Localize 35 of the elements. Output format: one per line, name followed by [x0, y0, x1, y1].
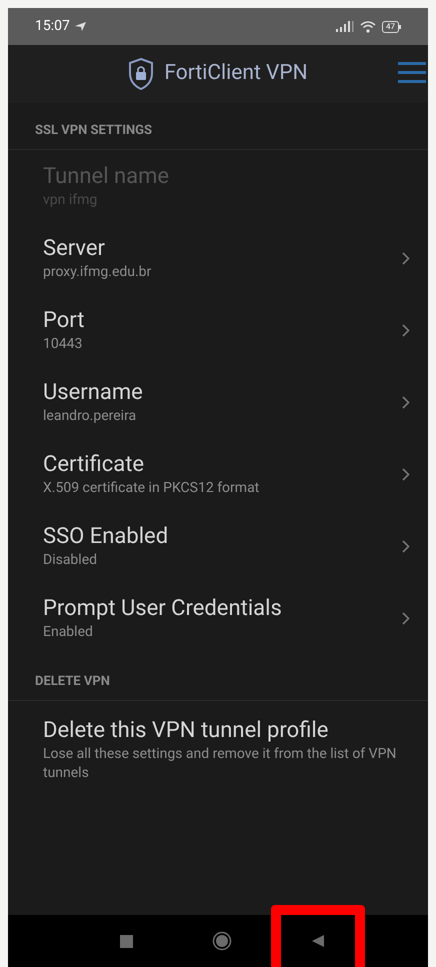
action-title: Delete this VPN tunnel profile [43, 717, 330, 745]
section-header: SSL VPN SETTINGS [35, 123, 152, 138]
status-time: 15:07 [35, 17, 70, 36]
setting-title: Tunnel name [43, 163, 170, 191]
menu-button[interactable] [398, 62, 426, 83]
app-title: FortiClient VPN [164, 60, 308, 88]
action-description: Lose all these settings and remove it from the list of VPN tunnels [43, 745, 398, 783]
setting-value: 10443 [43, 335, 84, 353]
battery-indicator: 47 [382, 20, 401, 32]
back-icon [311, 934, 325, 948]
location-arrow-icon [74, 21, 87, 32]
setting-value: leandro.pereira [43, 407, 138, 425]
shield-lock-icon [128, 58, 154, 90]
chevron-right-icon [402, 468, 410, 480]
chevron-right-icon [402, 252, 410, 264]
chevron-right-icon [402, 396, 410, 408]
chevron-right-icon [402, 540, 410, 552]
delete-profile-row[interactable]: Delete this VPN tunnel profile Lose all these settings and remove it from the list of VPN tunnels [8, 701, 428, 783]
chevron-right-icon [402, 324, 410, 336]
setting-title: SSO Enabled [43, 523, 170, 551]
setting-value: Disabled [43, 551, 98, 569]
setting-value: X.509 certificate in PKCS12 format [43, 479, 260, 497]
setting-value: Enabled [43, 623, 94, 641]
recents-icon [120, 934, 132, 948]
setting-title: Prompt User Credentials [43, 595, 283, 623]
wifi-icon [360, 20, 376, 32]
setting-title: Certificate [43, 451, 146, 479]
signal-icon [336, 21, 354, 32]
section-header: DELETE VPN [35, 674, 110, 689]
setting-title: Port [43, 307, 86, 335]
setting-value: proxy.ifmg.edu.br [43, 263, 152, 281]
setting-title: Server [43, 235, 106, 263]
chevron-right-icon [402, 612, 410, 624]
setting-title: Username [43, 379, 144, 407]
home-icon [212, 931, 232, 951]
